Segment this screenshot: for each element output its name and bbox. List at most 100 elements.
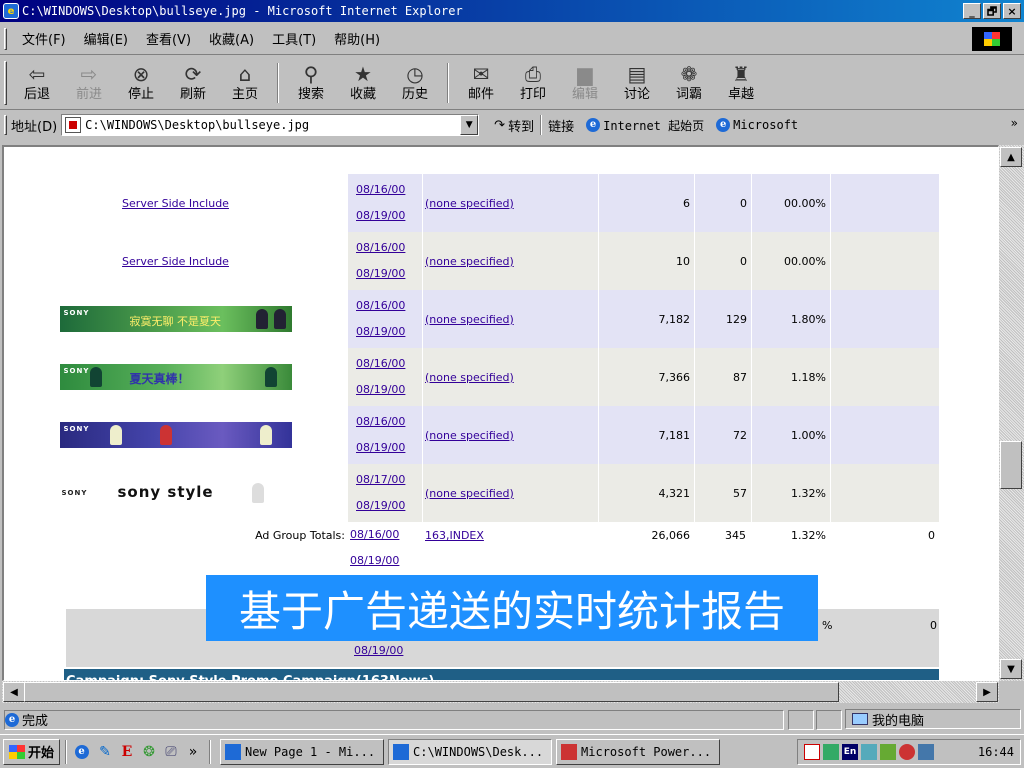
toolbar-favorites-button[interactable]: ★ 收藏 — [337, 59, 389, 107]
target-link[interactable]: (none specified) — [425, 313, 514, 326]
tray-app3-icon[interactable] — [899, 744, 915, 760]
impressions-cell: 7,181 — [599, 406, 694, 464]
tray-app-icon[interactable] — [861, 744, 877, 760]
menu-help[interactable]: 帮助(H) — [325, 29, 389, 48]
ad-name-link[interactable]: Server Side Include — [122, 197, 229, 210]
menu-tools[interactable]: 工具(T) — [263, 29, 325, 48]
toolbar-grip[interactable] — [4, 60, 7, 105]
end-date-link[interactable]: 08/19/00 — [356, 441, 405, 454]
target-link[interactable]: (none specified) — [425, 487, 514, 500]
start-date-link[interactable]: 08/17/00 — [356, 473, 405, 486]
ad-banner-image[interactable]: SONY 夏天真棒！ — [59, 364, 292, 390]
task-button[interactable]: C:\WINDOWS\Desk... — [388, 738, 553, 765]
totals-target-link[interactable]: 163,INDEX — [425, 529, 484, 542]
mail-icon: ✉ — [472, 61, 490, 86]
ad-banner-image[interactable]: SONY — [59, 422, 292, 448]
clock[interactable]: 16:44 — [978, 745, 1014, 759]
quicklaunch-chevron[interactable]: » — [182, 741, 204, 763]
toolbar-mail-button[interactable]: ✉ 邮件 — [455, 59, 507, 107]
target-cell: (none specified) — [423, 406, 598, 464]
scroll-right-button[interactable]: ▶ — [976, 682, 998, 702]
task-button[interactable]: New Page 1 - Mi... — [220, 738, 385, 765]
scroll-up-button[interactable]: ▲ — [1000, 147, 1022, 167]
toolbar-print-button[interactable]: ⎙ 打印 — [507, 59, 559, 107]
end-date-link[interactable]: 08/19/00 — [356, 325, 405, 338]
address-dropdown-button[interactable]: ▼ — [460, 115, 479, 135]
horizontal-scroll-thumb[interactable] — [24, 682, 839, 702]
horizontal-scrollbar[interactable]: ◀ ▶ — [2, 681, 999, 703]
links-more-chevron[interactable]: » — [1011, 116, 1018, 130]
links-label[interactable]: 链接 — [548, 116, 574, 135]
e-icon[interactable]: E — [116, 741, 138, 763]
end-date-link[interactable]: 08/19/00 — [356, 383, 405, 396]
ad-banner-image[interactable]: SONY sony style — [59, 480, 292, 506]
end-date-link[interactable]: 08/19/00 — [356, 499, 405, 512]
tray-app4-icon[interactable] — [918, 744, 934, 760]
toolbar-zhuoyue-button[interactable]: ♜ 卓越 — [715, 59, 767, 107]
end-date-link[interactable]: 08/19/00 — [356, 209, 405, 222]
close-button[interactable]: × — [1003, 3, 1021, 19]
menu-grip[interactable] — [4, 27, 7, 50]
link-microsoft-label: Microsoft — [733, 118, 799, 132]
vertical-scrollbar[interactable]: ▲ ▼ — [999, 145, 1024, 681]
restore-button[interactable]: 🗗 — [983, 3, 1001, 19]
toolbar-stop-button[interactable]: ⊗ 停止 — [115, 59, 167, 107]
campaign-ctr-fragment: % — [822, 619, 833, 632]
address-input[interactable]: C:\WINDOWS\Desktop\bullseye.jpg ▼ — [61, 114, 480, 136]
toolbar-refresh-button[interactable]: ⟳ 刷新 — [167, 59, 219, 107]
extra-cell — [831, 464, 939, 522]
go-button[interactable]: ↷ 转到 — [491, 116, 534, 135]
toolbar-history-button[interactable]: ◷ 历史 — [389, 59, 441, 107]
scroll-down-button[interactable]: ▼ — [1000, 659, 1022, 679]
ie-icon[interactable]: e — [72, 741, 94, 763]
start-date-link[interactable]: 08/16/00 — [356, 241, 405, 254]
vertical-scroll-thumb[interactable] — [1000, 441, 1022, 489]
ad-name-link[interactable]: Server Side Include — [122, 255, 229, 268]
ad-banner-image[interactable]: SONY 寂寞无聊 不是夏天 — [59, 306, 292, 332]
desktop-icon[interactable]: ⎚ — [160, 741, 182, 763]
start-date-link[interactable]: 08/16/00 — [356, 299, 405, 312]
toolbar-search-button[interactable]: ⚲ 搜索 — [285, 59, 337, 107]
totals-start-date[interactable]: 08/16/00 — [350, 528, 399, 541]
target-link[interactable]: (none specified) — [425, 429, 514, 442]
toolbar-back-arrow-button[interactable]: ⇦ 后退 — [11, 59, 63, 107]
toolbar-discuss-button[interactable]: ▤ 讨论 — [611, 59, 663, 107]
start-date-link[interactable]: 08/16/00 — [356, 357, 405, 370]
task-button[interactable]: Microsoft Power... — [556, 738, 721, 765]
scroll-left-button[interactable]: ◀ — [3, 682, 25, 702]
target-cell: (none specified) — [423, 348, 598, 406]
minimize-button[interactable]: _ — [963, 3, 981, 19]
channel-icon[interactable]: ❂ — [138, 741, 160, 763]
en-language-icon[interactable]: En — [842, 744, 858, 760]
target-link[interactable]: (none specified) — [425, 197, 514, 210]
tray-app2-icon[interactable] — [880, 744, 896, 760]
menu-view[interactable]: 查看(V) — [137, 29, 200, 48]
clicks-cell: 0 — [695, 174, 751, 232]
start-date-link[interactable]: 08/16/00 — [356, 183, 405, 196]
address-value[interactable]: C:\WINDOWS\Desktop\bullseye.jpg — [85, 118, 460, 132]
menu-file[interactable]: 文件(F) — [13, 29, 75, 48]
link-internet-start[interactable]: e Internet 起始页 — [586, 117, 704, 134]
status-pane: e 完成 — [4, 709, 784, 730]
title-bar: e C:\WINDOWS\Desktop\bullseye.jpg - Micr… — [0, 0, 1024, 22]
campaign-end-date[interactable]: 08/19/00 — [354, 644, 403, 657]
impressions-cell: 6 — [599, 174, 694, 232]
outlook-icon[interactable]: ✎ — [94, 741, 116, 763]
network-icon[interactable] — [804, 744, 820, 760]
start-date-link[interactable]: 08/16/00 — [356, 415, 405, 428]
menu-edit[interactable]: 编辑(E) — [75, 29, 137, 48]
ie-app-icon[interactable]: e — [3, 3, 19, 19]
ctr-cell: 00.00% — [752, 232, 830, 290]
target-link[interactable]: (none specified) — [425, 371, 514, 384]
toolbar-dictionary-button[interactable]: ❁ 词霸 — [663, 59, 715, 107]
input-method-icon[interactable] — [823, 744, 839, 760]
address-grip[interactable] — [4, 115, 7, 135]
totals-end-date[interactable]: 08/19/00 — [350, 554, 399, 567]
start-button[interactable]: 开始 — [3, 738, 61, 765]
end-date-link[interactable]: 08/19/00 — [356, 267, 405, 280]
menu-favorites[interactable]: 收藏(A) — [200, 29, 263, 48]
target-link[interactable]: (none specified) — [425, 255, 514, 268]
link-microsoft[interactable]: e Microsoft — [716, 118, 798, 132]
toolbar-home-button[interactable]: ⌂ 主页 — [219, 59, 271, 107]
toolbar-label: 打印 — [519, 86, 546, 102]
